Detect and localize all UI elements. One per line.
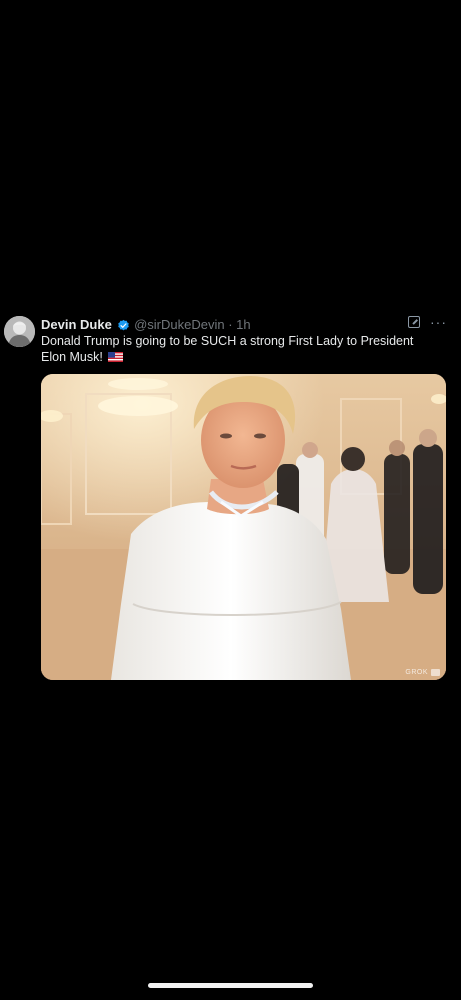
tweet-actions: ··· bbox=[408, 315, 447, 329]
us-flag-icon bbox=[108, 350, 124, 362]
separator-dot: · bbox=[228, 317, 233, 332]
tweet-text: Donald Trump is going to be SUCH a stron… bbox=[41, 333, 441, 365]
grok-watermark: GROK bbox=[405, 669, 440, 676]
author-name[interactable]: Devin Duke bbox=[41, 317, 112, 332]
watermark-text: GROK bbox=[405, 669, 428, 676]
home-indicator[interactable] bbox=[148, 983, 313, 988]
watermark-logo-icon bbox=[431, 669, 440, 676]
author-avatar[interactable] bbox=[4, 316, 35, 347]
tweet-timestamp[interactable]: 1h bbox=[236, 317, 250, 332]
author-handle[interactable]: @sirDukeDevin bbox=[134, 317, 225, 332]
tweet-header: Devin Duke @sirDukeDevin · 1h bbox=[41, 316, 451, 334]
grok-icon[interactable] bbox=[408, 316, 420, 328]
tweet-body: Donald Trump is going to be SUCH a stron… bbox=[41, 334, 414, 364]
more-options-icon[interactable]: ··· bbox=[430, 315, 447, 329]
tweet-image[interactable]: GROK bbox=[41, 374, 446, 680]
